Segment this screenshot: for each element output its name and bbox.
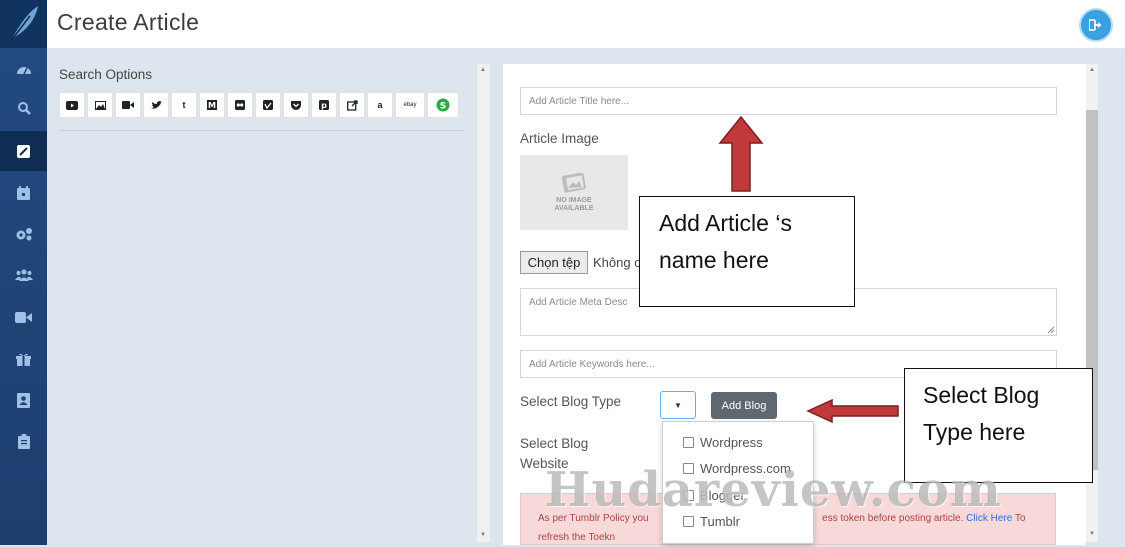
sidebar-item-settings[interactable]: [0, 215, 47, 253]
vimeo-icon[interactable]: [255, 92, 281, 118]
scroll-up-arrow-icon[interactable]: ▲: [480, 67, 486, 73]
search-icon: [17, 102, 31, 115]
video-icon: [15, 311, 32, 323]
blog-website-label: Select Blog: [520, 436, 589, 451]
resize-handle-icon[interactable]: [1047, 326, 1054, 333]
svg-text:p: p: [321, 101, 327, 110]
amazon-icon[interactable]: a: [367, 92, 393, 118]
search-options-panel: Search Options t M p a ebay S: [47, 48, 477, 545]
callout-line2: Type here: [923, 419, 1026, 445]
choose-file-button[interactable]: Chọn tệp: [520, 251, 588, 274]
no-image-text: NO IMAGE AVAILABLE: [554, 196, 594, 212]
left-arrow-annotation-icon: [806, 398, 899, 424]
article-name-callout: Add Article ‘s name here: [639, 196, 855, 307]
add-blog-button[interactable]: Add Blog: [711, 392, 777, 419]
pinterest-icon[interactable]: p: [311, 92, 337, 118]
sidebar-item-clipboard[interactable]: [0, 422, 47, 460]
scroll-up-arrow-icon[interactable]: ▲: [1089, 67, 1095, 73]
gears-icon: [16, 228, 32, 241]
search-options-label: Search Options: [59, 67, 153, 82]
svg-text:S: S: [440, 102, 446, 112]
article-title-input[interactable]: Add Article Title here...: [520, 87, 1057, 115]
sign-out-icon: [1089, 19, 1102, 31]
users-icon: [14, 269, 33, 281]
sidebar-item-dashboard[interactable]: [0, 50, 47, 88]
flickr-icon[interactable]: [227, 92, 253, 118]
edit-icon: [17, 144, 30, 158]
video-camera-icon[interactable]: [115, 92, 141, 118]
medium-icon[interactable]: M: [199, 92, 225, 118]
sidebar-item-calendar[interactable]: [0, 174, 47, 212]
external-link-icon[interactable]: [339, 92, 365, 118]
callout-line1: Add Article ‘s: [659, 210, 792, 236]
scroll-down-arrow-icon[interactable]: ▼: [1089, 531, 1095, 537]
gift-icon: [16, 353, 31, 366]
no-image-icon: [561, 172, 586, 192]
clipboard-icon: [17, 433, 30, 449]
address-book-icon: [17, 392, 30, 408]
page-title: Create Article: [57, 9, 200, 35]
svg-text:M: M: [208, 101, 216, 110]
watermark: Hudareview.com: [545, 462, 1002, 518]
sidebar-item-search[interactable]: [0, 89, 47, 127]
sidebar-item-gift[interactable]: [0, 340, 47, 378]
pocket-icon[interactable]: [283, 92, 309, 118]
caret-down-icon: ▼: [674, 400, 682, 410]
dashboard-icon: [16, 67, 31, 75]
alert-text-line2: refresh the Toekn: [538, 532, 616, 543]
youtube-icon[interactable]: [59, 92, 85, 118]
feather-logo-icon: [9, 6, 38, 43]
blog-type-label: Select Blog Type: [520, 394, 622, 409]
calendar-icon: [17, 186, 30, 200]
logout-button[interactable]: [1079, 8, 1113, 42]
option-label: Wordpress: [700, 435, 763, 450]
divider: [59, 130, 464, 131]
up-arrow-annotation-icon: [718, 115, 764, 192]
sidebar-item-contacts[interactable]: [0, 381, 47, 419]
article-image-placeholder: NO IMAGE AVAILABLE: [520, 155, 628, 230]
blog-type-select[interactable]: ▼: [660, 391, 696, 419]
article-image-label: Article Image: [520, 131, 599, 146]
sidebar-item-create-article[interactable]: [0, 131, 47, 171]
scroll-down-arrow-icon[interactable]: ▼: [480, 532, 486, 538]
search-source-icons: t M p a ebay S: [59, 92, 459, 118]
alert-text-part3: To: [1014, 513, 1026, 524]
shopzilla-icon[interactable]: S: [427, 92, 459, 118]
top-bar: Create Article: [47, 0, 1125, 49]
image-icon[interactable]: [87, 92, 113, 118]
callout-line1: Select Blog: [923, 382, 1040, 408]
tumblr-icon[interactable]: t: [171, 92, 197, 118]
meta-description-placeholder: Add Article Meta Desc: [529, 297, 628, 308]
blog-type-option[interactable]: Wordpress: [683, 435, 763, 450]
left-scrollbar[interactable]: ▲ ▼: [477, 64, 490, 542]
no-file-chosen-text: Không c: [593, 255, 641, 270]
sidebar-item-video[interactable]: [0, 298, 47, 336]
ebay-icon[interactable]: ebay: [395, 92, 425, 118]
sidebar-item-users[interactable]: [0, 256, 47, 294]
logo[interactable]: [0, 0, 47, 48]
callout-line2: name here: [659, 247, 769, 273]
twitter-icon[interactable]: [143, 92, 169, 118]
sidebar: [0, 0, 47, 545]
checkbox-icon[interactable]: [683, 437, 694, 448]
